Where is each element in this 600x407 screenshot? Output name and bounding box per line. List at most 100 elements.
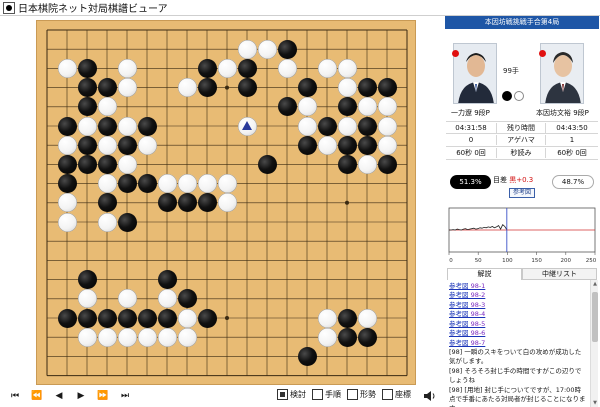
keisei-toggle[interactable]: 形勢 xyxy=(347,389,376,400)
black-stone xyxy=(117,135,137,155)
white-stone xyxy=(117,116,137,136)
black-stone xyxy=(197,58,217,78)
white-stone xyxy=(357,308,377,328)
commentary-paragraph: [98] 一瞬のスキをついて白の攻めが成功した気がします。 xyxy=(449,347,582,366)
black-stone xyxy=(57,116,77,136)
reference-link[interactable]: 参考図 98-3 xyxy=(449,301,587,310)
black-stone xyxy=(257,154,277,174)
white-stone xyxy=(157,174,177,194)
win-rate-chart[interactable]: 0 50 100 150 200 250 xyxy=(447,206,597,264)
white-stone xyxy=(117,154,137,174)
commentary-text: 参考図 98-1 参考図 98-2 参考図 98-3 参考図 98-4 参考図 98-5… xyxy=(447,280,589,407)
black-stone xyxy=(117,212,137,232)
tab-relay-list[interactable]: 中継リスト xyxy=(522,268,597,280)
black-stone xyxy=(97,116,117,136)
reference-link[interactable]: 参考図 98-5 xyxy=(449,320,587,329)
keisei-label: 形勢 xyxy=(360,390,376,399)
black-stone xyxy=(157,193,177,213)
white-time: 04:43:50 xyxy=(556,123,588,132)
white-stone xyxy=(77,289,97,309)
black-stone xyxy=(77,308,97,328)
black-stone xyxy=(237,58,257,78)
score-prefix: 目差 xyxy=(493,176,507,184)
zahyo-toggle[interactable]: 座標 xyxy=(382,389,411,400)
reference-link[interactable]: 参考図 98-6 xyxy=(449,329,587,338)
white-stone xyxy=(117,289,137,309)
commentary-paragraph: [98] そろそろ封じ手の時間ですがこの辺りでしょうね xyxy=(449,366,582,385)
white-stone xyxy=(57,212,77,232)
reference-link[interactable]: 参考図 98-1 xyxy=(449,282,587,291)
white-stone xyxy=(317,327,337,347)
kento-label: 検討 xyxy=(290,390,306,399)
player-portrait-icon xyxy=(541,44,583,103)
time-remaining-row: 04:31:58 残り時間 04:43:50 xyxy=(446,121,598,134)
x-tick-label: 200 xyxy=(561,258,572,264)
white-stone xyxy=(337,116,357,136)
white-stone xyxy=(357,97,377,117)
black-stone xyxy=(77,58,97,78)
tab-commentary[interactable]: 解説 xyxy=(447,268,522,280)
reference-diagram-button[interactable]: 参考図 xyxy=(509,188,535,198)
reference-link[interactable]: 参考図 98-2 xyxy=(449,291,587,300)
black-stone xyxy=(77,97,97,117)
black-byoyomi: 60秒 0回 xyxy=(456,149,486,157)
black-win-rate: 51.3% xyxy=(450,175,491,189)
white-byoyomi: 60秒 0回 xyxy=(557,149,587,157)
star-point xyxy=(345,200,349,205)
black-stone xyxy=(297,78,317,98)
black-stone xyxy=(77,154,97,174)
star-point xyxy=(225,85,229,90)
next-move-button[interactable]: ▶ xyxy=(70,388,92,404)
white-stone xyxy=(297,116,317,136)
black-stone xyxy=(117,174,137,194)
white-stone xyxy=(317,135,337,155)
white-stone xyxy=(77,327,97,347)
go-stone-app-icon xyxy=(3,1,15,14)
tejun-toggle[interactable]: 手順 xyxy=(312,389,341,400)
reference-number: 98-3 xyxy=(468,300,486,309)
white-stone xyxy=(97,135,117,155)
previous-move-button[interactable]: ◀ xyxy=(48,388,70,404)
white-stone xyxy=(117,78,137,98)
reference-tag: 参考図 xyxy=(449,291,469,300)
black-stone xyxy=(337,97,357,117)
x-tick-label: 50 xyxy=(475,258,482,264)
black-stone xyxy=(337,154,357,174)
white-stone xyxy=(57,193,77,213)
kento-toggle[interactable]: 検討 xyxy=(277,389,306,400)
reference-number: 98-1 xyxy=(468,282,486,290)
black-stone xyxy=(97,308,117,328)
black-stone xyxy=(197,193,217,213)
first-move-button[interactable]: ⏮ xyxy=(4,388,26,404)
white-stone xyxy=(97,174,117,194)
black-stone xyxy=(277,39,297,59)
black-stone xyxy=(157,270,177,290)
white-stone xyxy=(377,135,397,155)
black-stone xyxy=(177,193,197,213)
white-stone xyxy=(177,327,197,347)
go-board[interactable] xyxy=(36,20,416,385)
forward-ten-moves-button[interactable]: ⏩ xyxy=(92,388,114,404)
black-stone xyxy=(57,308,77,328)
white-stone xyxy=(77,116,97,136)
black-stone xyxy=(77,270,97,290)
reference-link[interactable]: 参考図 98-4 xyxy=(449,310,587,319)
scroll-up-icon[interactable]: ▲ xyxy=(592,281,598,287)
black-stone xyxy=(297,135,317,155)
scroll-down-icon[interactable]: ▼ xyxy=(592,400,598,406)
black-stone xyxy=(337,327,357,347)
checkbox-icon xyxy=(382,389,393,400)
white-stone xyxy=(237,39,257,59)
commentary-scrollbar[interactable]: ▲ ▼ xyxy=(590,280,598,407)
reference-link[interactable]: 参考図 98-7 xyxy=(449,339,587,348)
back-ten-moves-button[interactable]: ⏪ xyxy=(26,388,48,404)
last-move-button[interactable]: ⏭ xyxy=(114,388,136,404)
speaker-icon[interactable] xyxy=(423,390,437,402)
row-label: 秒読み xyxy=(496,148,546,158)
white-player-name: 本因坊文裕 9段P xyxy=(536,109,589,117)
black-stone xyxy=(117,308,137,328)
scroll-thumb[interactable] xyxy=(592,292,598,342)
white-win-rate: 48.7% xyxy=(552,175,594,189)
white-stone xyxy=(217,193,237,213)
black-player-name: 一力遼 9段P xyxy=(451,109,490,117)
